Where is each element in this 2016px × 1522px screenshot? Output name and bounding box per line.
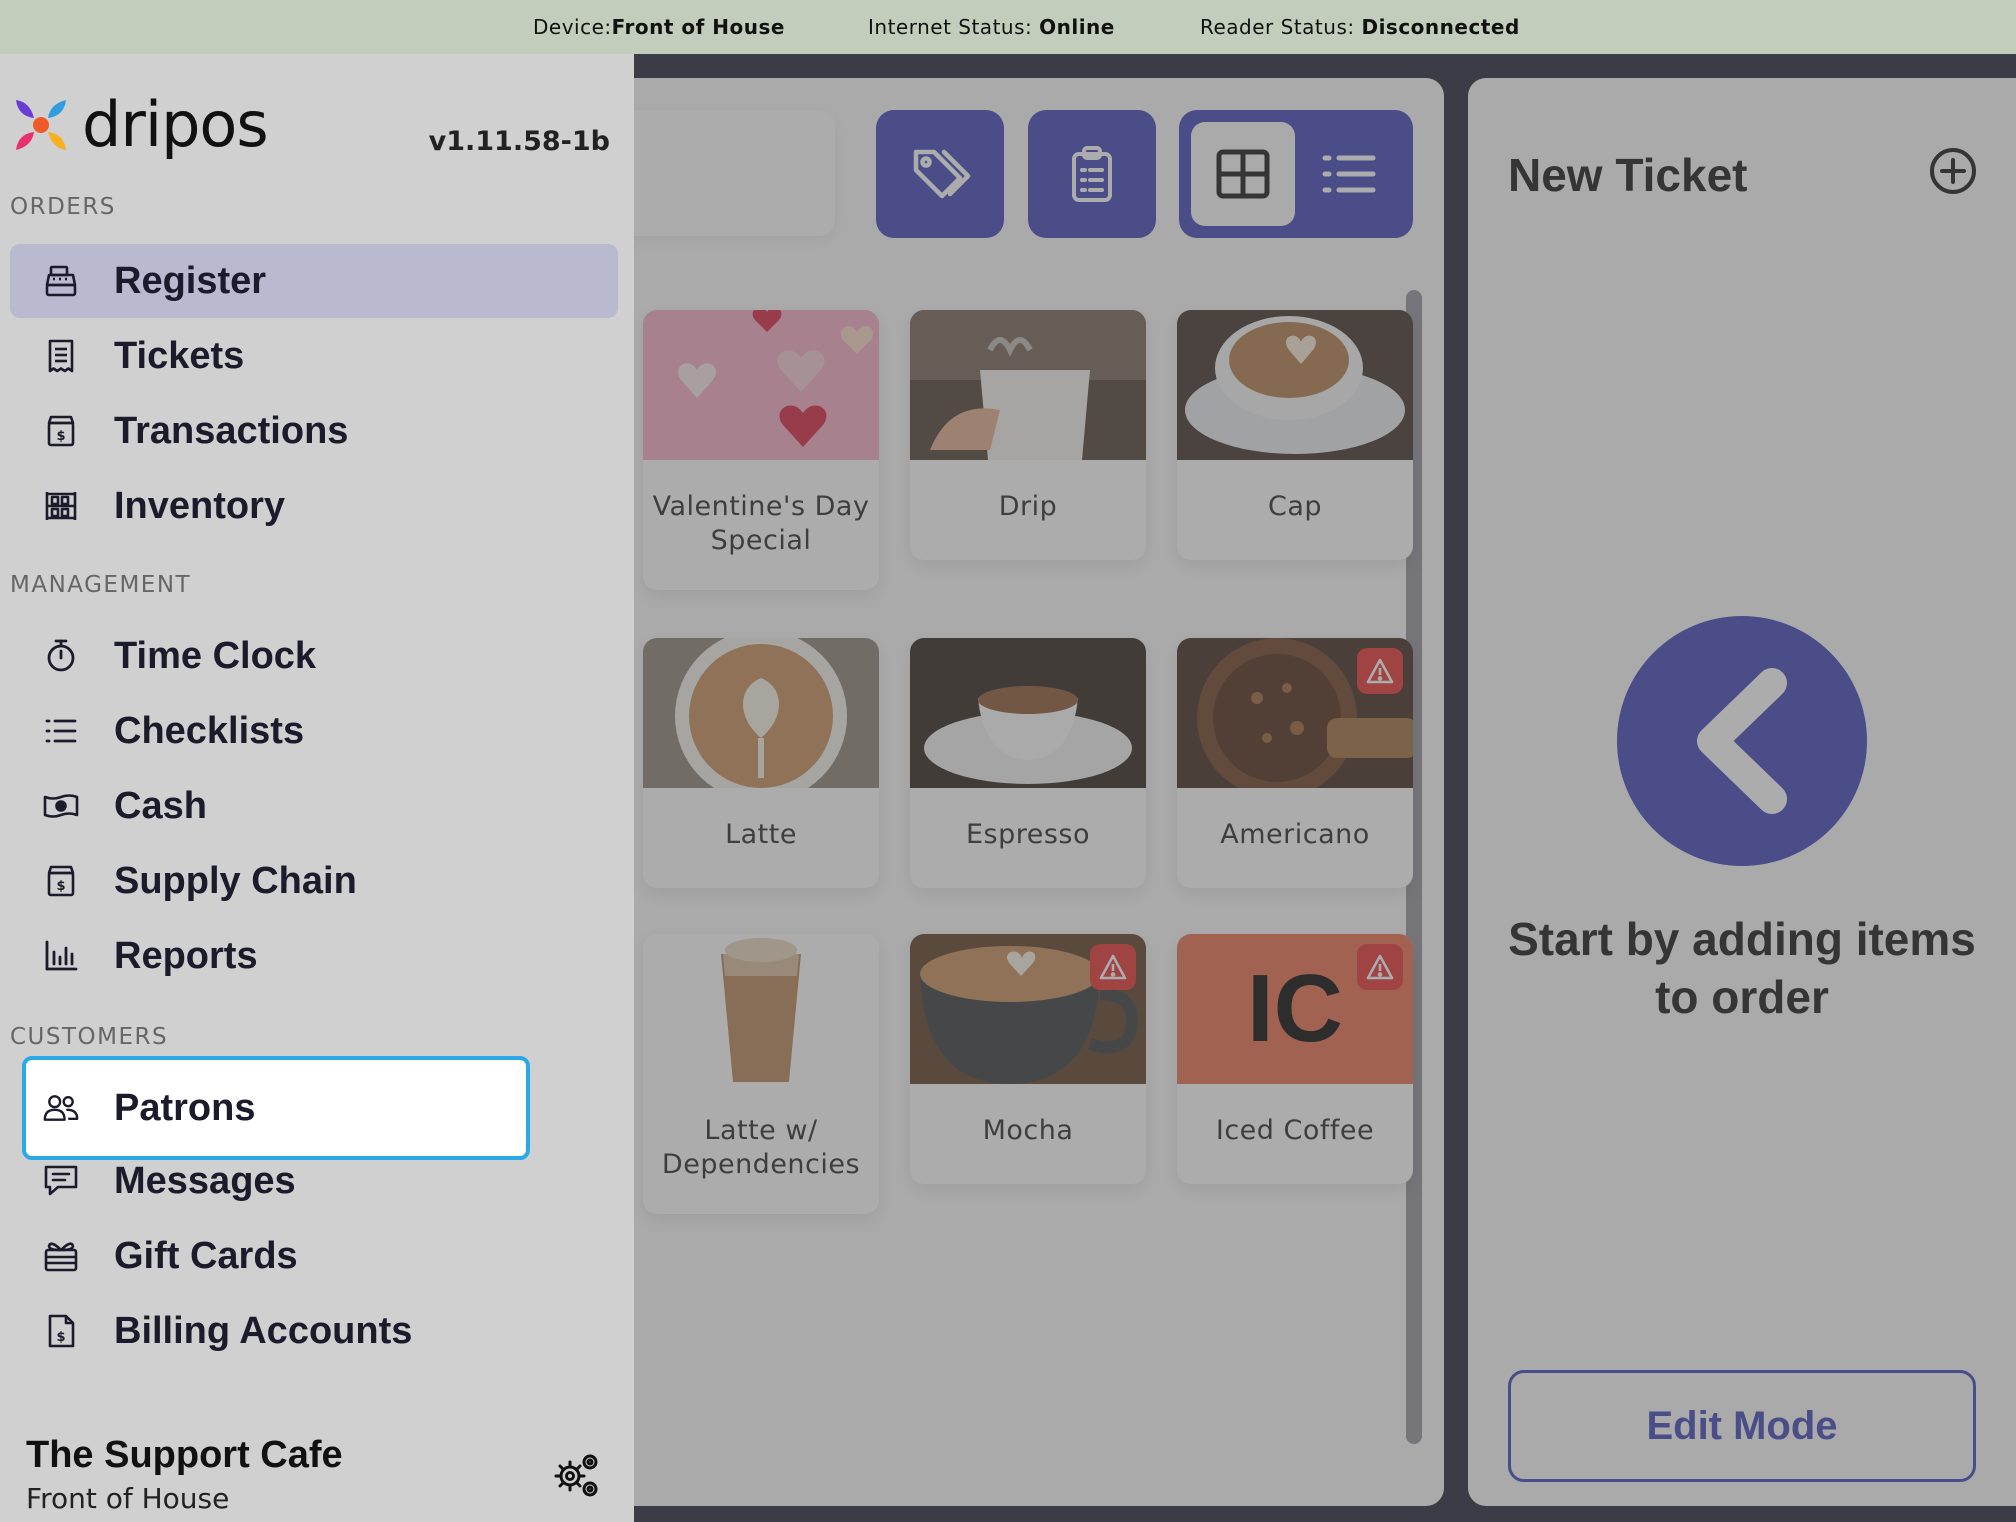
sidebar-item-register[interactable]: Register — [10, 244, 618, 318]
section-header-management: MANAGEMENT — [10, 572, 192, 598]
reader-status-value: Disconnected — [1361, 15, 1520, 39]
location-name: The Support Cafe — [26, 1434, 343, 1476]
sidebar-item-label: Reports — [114, 934, 258, 977]
users-icon — [42, 1089, 80, 1127]
sidebar-item-label: Time Clock — [114, 634, 317, 677]
sidebar-item-reports[interactable]: Reports — [10, 919, 618, 993]
checklist-icon — [42, 712, 80, 750]
section-header-customers: CUSTOMERS — [10, 1024, 169, 1050]
sidebar: dripos v1.11.58-1b ORDERS Register Ticke… — [0, 54, 634, 1522]
settings-gears-icon[interactable] — [552, 1450, 602, 1500]
stopwatch-icon — [42, 637, 80, 675]
device-name: Front of House — [26, 1482, 230, 1515]
sidebar-item-label: Register — [114, 259, 267, 302]
sidebar-item-label: Gift Cards — [114, 1234, 298, 1277]
internet-status-label: Internet Status: — [868, 15, 1040, 39]
svg-text:$: $ — [56, 1330, 65, 1345]
device-status-label: Device: — [533, 15, 612, 39]
receipt-icon — [42, 337, 80, 375]
reader-status: Reader Status: Disconnected — [1200, 15, 1520, 39]
svg-text:$: $ — [56, 429, 65, 444]
sidebar-item-label: Tickets — [114, 334, 245, 377]
status-bar: Device:Front of House Internet Status: O… — [0, 0, 2016, 54]
sidebar-item-transactions[interactable]: $ Transactions — [10, 394, 618, 468]
sidebar-item-gift-cards[interactable]: Gift Cards — [10, 1219, 618, 1293]
sidebar-item-label: Patrons — [114, 1086, 256, 1129]
sidebar-item-label: Supply Chain — [114, 859, 357, 902]
cash-register-icon — [42, 262, 80, 300]
sidebar-item-label: Billing Accounts — [114, 1309, 413, 1352]
internet-status: Internet Status: Online — [868, 15, 1115, 39]
device-status: Device:Front of House — [533, 15, 785, 39]
supply-box-icon: $ — [42, 862, 80, 900]
inventory-icon — [42, 487, 80, 525]
sidebar-item-checklists[interactable]: Checklists — [10, 694, 618, 768]
device-status-value: Front of House — [611, 15, 785, 39]
brand-name: dripos — [82, 88, 269, 161]
sidebar-item-tickets[interactable]: Tickets — [10, 319, 618, 393]
gift-icon — [42, 1237, 80, 1275]
sidebar-item-inventory[interactable]: Inventory — [10, 469, 618, 543]
brand: dripos — [12, 88, 269, 161]
sidebar-item-label: Messages — [114, 1159, 296, 1202]
sidebar-item-supply-chain[interactable]: $ Supply Chain — [10, 844, 618, 918]
sidebar-item-label: Inventory — [114, 484, 286, 527]
svg-text:$: $ — [56, 879, 65, 894]
sidebar-item-cash[interactable]: Cash — [10, 769, 618, 843]
internet-status-value: Online — [1039, 15, 1115, 39]
sidebar-item-time-clock[interactable]: Time Clock — [10, 619, 618, 693]
message-icon — [42, 1162, 80, 1200]
app-version: v1.11.58-1b — [428, 126, 610, 157]
sidebar-item-billing-accounts[interactable]: $ Billing Accounts — [10, 1294, 618, 1368]
dripos-logo-icon — [16, 100, 66, 150]
sidebar-item-messages[interactable]: Messages — [10, 1144, 618, 1218]
reader-status-label: Reader Status: — [1200, 15, 1362, 39]
banknote-icon — [42, 787, 80, 825]
sidebar-item-label: Checklists — [114, 709, 305, 752]
invoice-icon: $ — [42, 1312, 80, 1350]
sidebar-item-label: Cash — [114, 784, 207, 827]
sidebar-item-label: Transactions — [114, 409, 349, 452]
bar-chart-icon — [42, 937, 80, 975]
section-header-orders: ORDERS — [10, 194, 116, 220]
money-box-icon: $ — [42, 412, 80, 450]
